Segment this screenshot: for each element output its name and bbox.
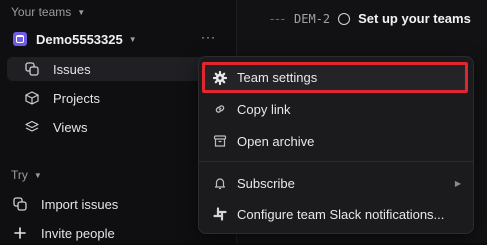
issue-header: --- DEM-2 Set up your teams	[270, 11, 471, 26]
sidebar-item-label: Issues	[53, 61, 91, 77]
chevron-down-icon: ▼	[77, 7, 86, 17]
team-context-menu: Team settings Copy link Open archive Sub…	[198, 56, 474, 234]
sidebar-item-views[interactable]: Views	[7, 115, 229, 139]
priority-indicator: ---	[270, 11, 286, 26]
views-icon	[24, 119, 40, 135]
menu-item-copy-link[interactable]: Copy link	[199, 96, 473, 122]
team-header[interactable]: Demo5553325 ▼ ···	[10, 28, 226, 50]
issues-icon	[24, 61, 40, 77]
sidebar-item-label: Import issues	[41, 196, 119, 212]
sidebar-item-label: Views	[53, 119, 88, 135]
issue-id: DEM-2	[294, 11, 331, 26]
chevron-right-icon: ▶	[454, 178, 461, 188]
plus-icon	[12, 225, 28, 241]
link-icon	[213, 102, 227, 116]
sidebar-item-issues[interactable]: Issues	[7, 57, 229, 81]
menu-divider	[199, 161, 473, 162]
menu-item-team-settings[interactable]: Team settings	[202, 62, 468, 93]
sidebar-item-import-issues[interactable]: Import issues	[7, 192, 229, 216]
status-circle-icon[interactable]	[338, 12, 351, 25]
menu-item-open-archive[interactable]: Open archive	[199, 128, 473, 154]
chevron-down-icon: ▼	[33, 170, 42, 180]
menu-item-subscribe[interactable]: Subscribe ▶	[199, 170, 473, 196]
slack-icon	[213, 207, 227, 221]
menu-item-label: Team settings	[237, 70, 318, 85]
sidebar-item-label: Projects	[53, 90, 100, 106]
projects-icon	[24, 90, 40, 106]
try-header[interactable]: Try ▼	[11, 168, 42, 182]
menu-item-slack-notifications[interactable]: Configure team Slack notifications...	[199, 201, 473, 227]
import-icon	[12, 196, 28, 212]
gear-icon	[213, 70, 227, 85]
archive-icon	[213, 134, 227, 148]
chevron-down-icon: ▼	[128, 34, 137, 44]
more-options-icon[interactable]: ···	[201, 30, 216, 44]
menu-item-label: Subscribe	[237, 175, 295, 191]
issue-title[interactable]: Set up your teams	[358, 11, 471, 26]
your-teams-header[interactable]: Your teams ▼	[11, 5, 85, 19]
team-avatar-icon	[13, 32, 27, 46]
sidebar-item-label: Invite people	[41, 225, 115, 241]
menu-item-label: Copy link	[237, 101, 291, 117]
sidebar-item-invite-people[interactable]: Invite people	[7, 221, 229, 245]
sidebar-item-projects[interactable]: Projects	[7, 86, 229, 110]
team-name: Demo5553325	[36, 31, 123, 47]
bell-icon	[213, 176, 227, 190]
your-teams-label: Your teams	[11, 5, 72, 19]
menu-item-label: Configure team Slack notifications...	[237, 206, 445, 222]
try-label: Try	[11, 168, 28, 182]
menu-item-label: Open archive	[237, 133, 315, 149]
